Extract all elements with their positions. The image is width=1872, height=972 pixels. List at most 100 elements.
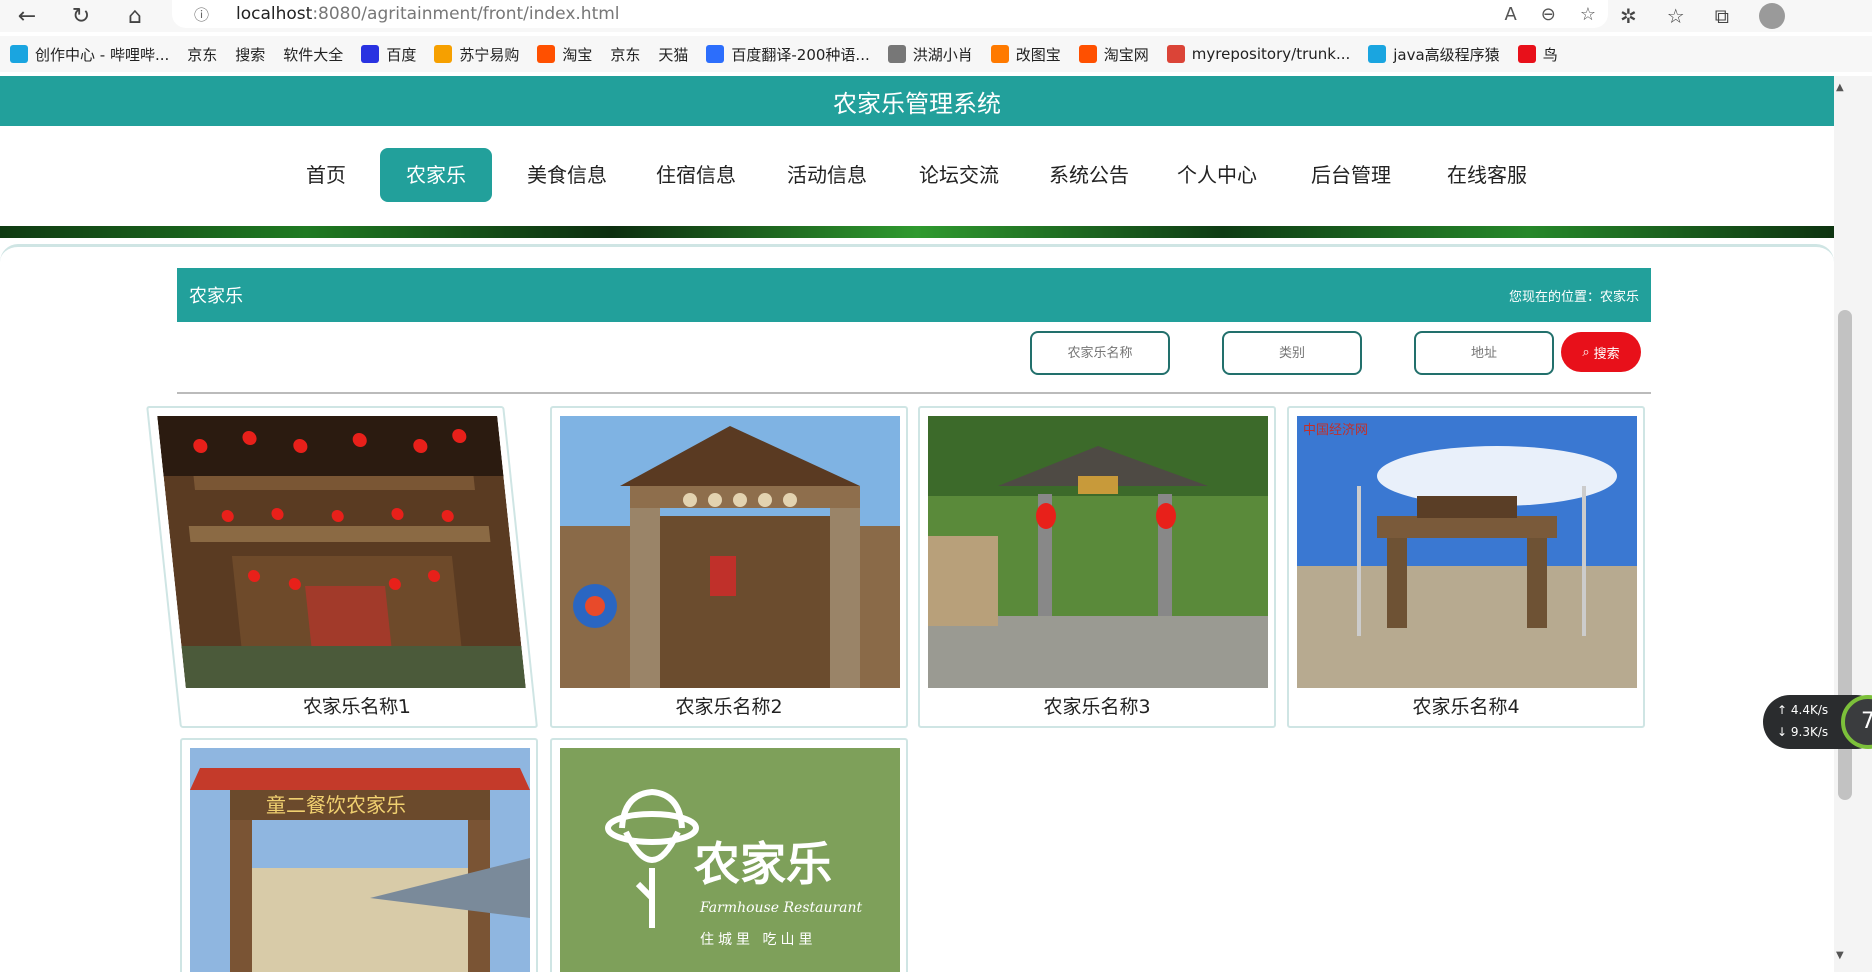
- card-6-logo-tag: 住城里 吃山里: [700, 932, 816, 948]
- nav-item-7[interactable]: 个人中心: [1164, 148, 1270, 202]
- zoom-icon[interactable]: ⊖: [1541, 4, 1556, 25]
- info-icon[interactable]: ⓘ: [194, 4, 222, 25]
- bookmark-label: 苏宁易购: [459, 45, 520, 64]
- banner-strip: [0, 226, 1834, 238]
- card-2[interactable]: 农家乐名称2: [550, 406, 908, 728]
- network-speed-widget[interactable]: ↑ 4.4K/s ↓ 9.3K/s 7: [1763, 695, 1872, 749]
- web-page: 农家乐管理系统 首页 农家乐 美食信息 住宿信息 活动信息 论坛交流 系统公告 个人中心 后台管…: [0, 76, 1834, 972]
- bookmark-item[interactable]: 淘宝网: [1078, 44, 1149, 65]
- card-6[interactable]: 农家乐 Farmhouse Restaurant 住城里 吃山里: [550, 738, 908, 972]
- nav-item-5[interactable]: 论坛交流: [906, 148, 1012, 202]
- favorites-icon[interactable]: ☆: [1667, 4, 1685, 28]
- svg-text:中国经济网: 中国经济网: [1303, 423, 1368, 438]
- bookmark-item[interactable]: myrepository/trunk...: [1166, 45, 1351, 63]
- card-6-logo-title: 农家乐: [694, 837, 832, 891]
- profile-avatar[interactable]: [1758, 3, 1785, 29]
- bookmark-item[interactable]: 洪湖小肖: [887, 44, 973, 65]
- bird-icon: [1517, 45, 1536, 63]
- search-button[interactable]: ⌕ 搜索: [1561, 332, 1641, 372]
- extensions-icon[interactable]: ✲: [1620, 4, 1637, 28]
- card-5-sign: 童二餐饮农家乐: [266, 793, 406, 817]
- card-2-name[interactable]: 农家乐名称2: [552, 692, 906, 719]
- home-icon[interactable]: ⌂: [108, 0, 162, 32]
- bookmark-item[interactable]: 天猫: [0, 44, 688, 129]
- nav-item-1[interactable]: 农家乐: [380, 148, 492, 202]
- bilibili-icon: [10, 45, 28, 63]
- bookmark-item[interactable]: 改图宝: [990, 44, 1061, 65]
- taobao-icon: [537, 45, 556, 63]
- bookmark-label: 百度: [386, 45, 417, 64]
- taobao-icon: [1078, 45, 1097, 63]
- bookmark-label: 改图宝: [1015, 45, 1061, 64]
- bookmark-label: 搜索: [235, 45, 266, 64]
- read-aloud-icon[interactable]: A: [1504, 4, 1516, 25]
- scroll-up-icon[interactable]: ▲: [1836, 82, 1844, 93]
- bookmark-label: myrepository/trunk...: [1191, 45, 1351, 63]
- scroll-down-icon[interactable]: ▼: [1836, 950, 1844, 961]
- bookmark-item[interactable]: 百度翻译-200种语...: [706, 44, 870, 65]
- back-icon[interactable]: ←: [0, 0, 54, 32]
- bookmark-item[interactable]: 京东: [0, 44, 640, 129]
- bookmark-label: 百度翻译-200种语...: [731, 45, 870, 64]
- download-speed-value: 9.3K/s: [1790, 725, 1829, 739]
- nav-item-4[interactable]: 活动信息: [774, 148, 880, 202]
- nav-item-2[interactable]: 美食信息: [514, 148, 620, 202]
- address-bar[interactable]: ⓘ localhost:8080/agritainment/front/inde…: [172, 0, 1608, 28]
- bookmark-item[interactable]: 搜索: [0, 44, 266, 129]
- url-text[interactable]: localhost:8080/agritainment/front/index.…: [236, 4, 620, 24]
- card-1-image[interactable]: [157, 416, 526, 688]
- bookmark-item[interactable]: 百度: [361, 44, 416, 65]
- bookmark-item[interactable]: 鸟: [1517, 44, 1558, 65]
- bookmark-label: 鸟: [1542, 45, 1558, 64]
- suning-icon: [434, 45, 453, 63]
- card-1[interactable]: 农家乐名称1: [146, 406, 538, 728]
- bookmark-item[interactable]: 软件大全: [0, 44, 344, 129]
- nav-item-3[interactable]: 住宿信息: [643, 148, 749, 202]
- card-4[interactable]: 中国经济网 农家乐名称4: [1287, 406, 1645, 728]
- collections-icon[interactable]: ⧉: [1715, 4, 1729, 28]
- download-speed: ↓ 9.3K/s: [1777, 725, 1829, 739]
- card-3-name[interactable]: 农家乐名称3: [920, 692, 1274, 719]
- card-6-image[interactable]: 农家乐 Farmhouse Restaurant 住城里 吃山里: [560, 748, 900, 972]
- bird-icon: [887, 45, 906, 63]
- address-search-input[interactable]: [1414, 331, 1554, 375]
- upload-speed-value: 4.4K/s: [1790, 703, 1829, 717]
- bookmarks-bar: 创作中心 - 哔哩哔... 京东 搜索 软件大全 百度 苏宁易购 淘宝 京东 天猫 百度翻译-20…: [0, 36, 1872, 129]
- nav-item-9[interactable]: 在线客服: [1434, 148, 1540, 202]
- bookmark-item[interactable]: 淘宝: [537, 44, 592, 65]
- bookmark-item[interactable]: 京东: [0, 44, 217, 129]
- bookmark-item[interactable]: java高级程序猿: [1368, 44, 1500, 65]
- chrome-icon: [1166, 45, 1185, 63]
- reload-icon[interactable]: ↻: [54, 0, 108, 32]
- bookmark-label: 创作中心 - 哔哩哔...: [35, 45, 170, 64]
- name-search-input[interactable]: [1030, 331, 1170, 375]
- card-2-image[interactable]: [560, 416, 900, 688]
- bookmark-label: 淘宝: [562, 45, 593, 64]
- breadcrumb: 您现在的位置：农家乐: [1508, 290, 1639, 305]
- card-3[interactable]: 农家乐名称3: [918, 406, 1276, 728]
- main-nav: 首页 农家乐 美食信息 住宿信息 活动信息 论坛交流 系统公告 个人中心 后台管理 在线客服: [0, 126, 1834, 226]
- nav-item-6[interactable]: 系统公告: [1036, 148, 1142, 202]
- url-path: :8080/agritainment/front/index.html: [312, 4, 620, 24]
- translate-icon: [706, 45, 725, 63]
- nav-item-0[interactable]: 首页: [296, 148, 356, 202]
- card-1-name[interactable]: 农家乐名称1: [178, 692, 535, 719]
- bilibili-icon: [1368, 45, 1387, 63]
- card-5-image[interactable]: 童二餐饮农家乐: [190, 748, 530, 972]
- divider: [177, 392, 1651, 394]
- bookmark-label: 软件大全: [283, 45, 344, 64]
- search-icon: ⌕: [1582, 344, 1590, 360]
- card-4-name[interactable]: 农家乐名称4: [1289, 692, 1643, 719]
- card-6-logo-sub: Farmhouse Restaurant: [699, 900, 863, 916]
- favorite-icon[interactable]: ☆: [1580, 4, 1596, 25]
- card-3-image[interactable]: [928, 416, 1268, 688]
- upload-speed: ↑ 4.4K/s: [1777, 703, 1829, 717]
- bookmark-item[interactable]: 苏宁易购: [434, 44, 519, 65]
- card-4-image[interactable]: 中国经济网: [1297, 416, 1637, 688]
- baidu-icon: [361, 45, 380, 63]
- bookmark-item[interactable]: 创作中心 - 哔哩哔...: [10, 44, 169, 65]
- search-button-label: 搜索: [1593, 346, 1620, 362]
- card-5[interactable]: 童二餐饮农家乐: [180, 738, 538, 972]
- nav-item-8[interactable]: 后台管理: [1298, 148, 1404, 202]
- category-search-input[interactable]: [1222, 331, 1362, 375]
